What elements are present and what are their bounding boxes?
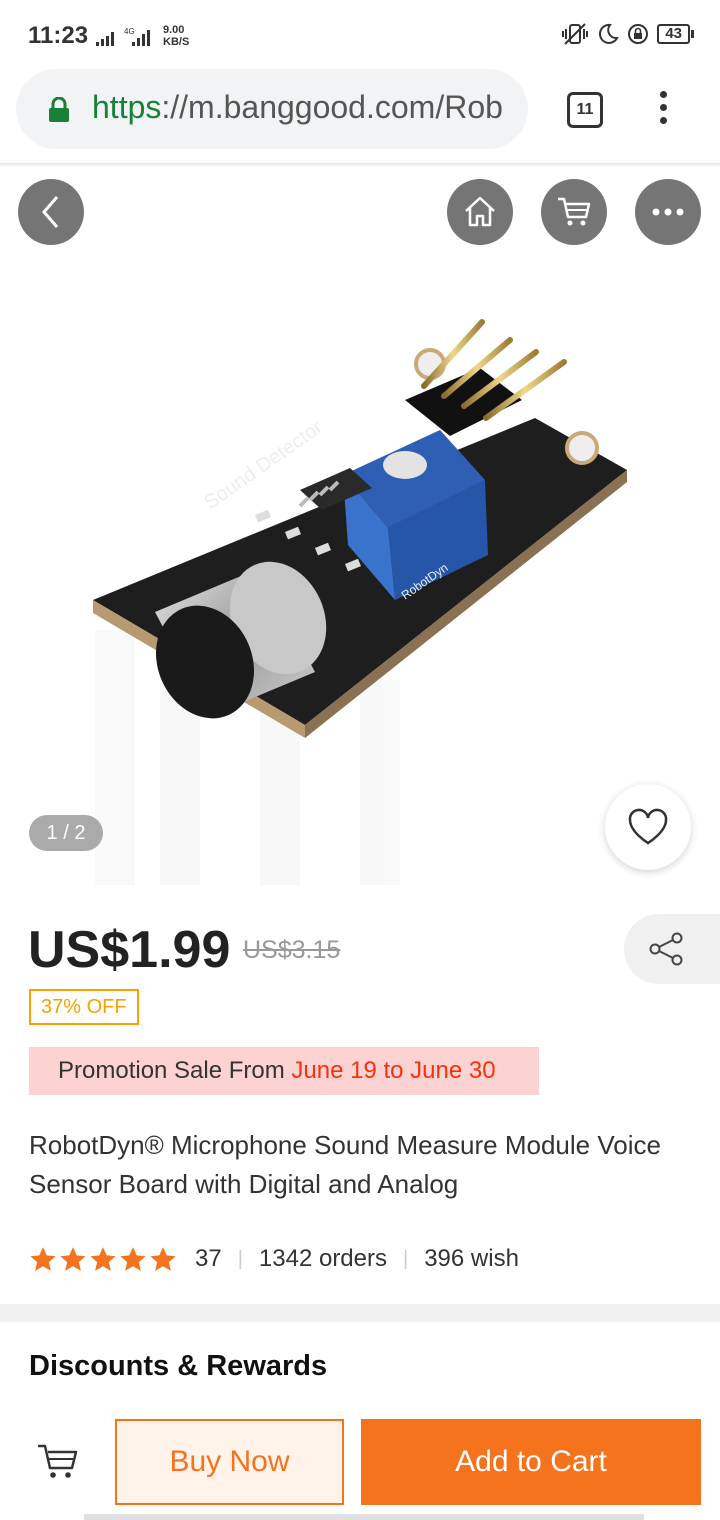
network-speed-value: 9.00	[163, 24, 185, 36]
image-pager: 1 / 2	[29, 815, 103, 851]
battery-level: 43	[657, 24, 694, 44]
tab-switcher-button[interactable]: 11	[567, 92, 603, 128]
lock-icon	[49, 97, 69, 122]
promo-dates: June 19 to June 30	[291, 1057, 496, 1084]
order-count: 1342 orders	[258, 1245, 387, 1272]
browser-menu-icon[interactable]	[655, 91, 671, 131]
back-button[interactable]	[18, 179, 84, 245]
promotion-banner: Promotion Sale From June 19 to June 30	[29, 1047, 539, 1095]
wish-count: 396 wish	[424, 1245, 519, 1272]
separator: |	[403, 1247, 409, 1270]
share-icon	[649, 932, 683, 966]
section-divider	[0, 1304, 720, 1322]
toolbar-divider	[0, 163, 720, 167]
home-icon	[465, 196, 495, 227]
cart-button[interactable]	[541, 179, 607, 245]
discount-badge: 37% OFF	[29, 989, 139, 1025]
cart-icon	[558, 197, 591, 226]
star-icon	[30, 1246, 56, 1271]
discounts-heading[interactable]: Discounts & Rewards	[29, 1350, 327, 1383]
more-icon	[652, 208, 684, 216]
buy-now-button[interactable]: Buy Now	[115, 1419, 344, 1505]
status-time: 11:23	[28, 22, 89, 49]
moon-icon	[599, 23, 620, 44]
chevron-left-icon	[42, 196, 59, 228]
network-speed-unit: KB/S	[163, 36, 190, 48]
original-price: US$3.15	[243, 936, 341, 964]
promo-prefix: Promotion Sale From	[58, 1057, 292, 1084]
more-button[interactable]	[635, 179, 701, 245]
add-to-cart-button[interactable]: Add to Cart	[361, 1419, 701, 1505]
rotation-lock-icon	[628, 24, 649, 44]
share-button[interactable]	[624, 914, 720, 984]
signal-icon: 4G	[96, 27, 150, 46]
url-rest: ://m.banggood.com/Rob	[161, 89, 503, 125]
network-speed: 9.00 KB/S	[163, 24, 189, 48]
nav-gesture-bar	[84, 1514, 644, 1520]
vibrate-icon	[562, 23, 589, 45]
star-icon	[150, 1246, 176, 1271]
review-count: 37	[195, 1245, 222, 1272]
star-icon	[60, 1246, 86, 1271]
current-price: US$1.99	[28, 921, 231, 979]
separator: |	[237, 1247, 243, 1270]
url-scheme: https	[92, 89, 162, 125]
star-icon	[120, 1246, 146, 1271]
home-button[interactable]	[447, 179, 513, 245]
heart-icon	[628, 808, 668, 845]
wishlist-button[interactable]	[605, 784, 691, 870]
product-image[interactable]: Sound Detector RobotDyn	[60, 300, 660, 900]
url-text[interactable]: https://m.banggood.com/Rob	[92, 89, 524, 126]
bottom-action-bar: Buy Now Add to Cart	[0, 1404, 720, 1520]
star-icon	[90, 1246, 116, 1271]
rating-stars	[29, 1246, 177, 1273]
network-type: 4G	[124, 27, 135, 36]
address-bar[interactable]: https://m.banggood.com/Rob	[16, 69, 528, 149]
product-title: RobotDyn® Microphone Sound Measure Modul…	[29, 1130, 661, 1199]
status-bar: 11:23 4G 9.00 KB/S 43	[0, 0, 720, 72]
rating-row[interactable]: 37 | 1342 orders | 396 wish	[29, 1242, 519, 1276]
cart-icon[interactable]	[36, 1442, 78, 1480]
